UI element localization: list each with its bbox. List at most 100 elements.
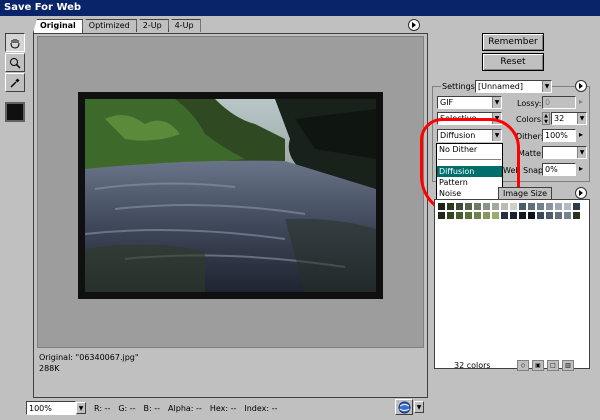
preview-filesize: 288K [39, 364, 60, 373]
color-swatch[interactable] [473, 202, 482, 211]
play-arrow-icon [412, 22, 416, 28]
color-count: 32 colors [454, 360, 491, 370]
chevron-down-icon: ▼ [542, 81, 551, 92]
play-arrow-icon [579, 190, 583, 196]
color-swatch[interactable] [563, 211, 572, 220]
play-arrow-icon: ▸ [579, 130, 584, 139]
eyedropper-icon [10, 77, 20, 88]
color-swatch[interactable] [464, 202, 473, 211]
color-swatch[interactable] [473, 211, 482, 220]
file-format-select[interactable]: GIF ▼ [437, 96, 502, 109]
tab-2up[interactable]: 2-Up [135, 19, 169, 32]
color-swatch[interactable] [545, 211, 554, 220]
color-swatch[interactable] [572, 211, 581, 220]
eyedropper-tool[interactable] [5, 73, 25, 92]
color-swatch[interactable] [482, 202, 491, 211]
lock-icon[interactable]: ▣ [532, 359, 544, 371]
settings-preset-select[interactable]: [Unnamed] ▼ [475, 80, 552, 93]
play-arrow-icon: ▸ [579, 97, 584, 106]
tab-4up[interactable]: 4-Up [167, 19, 201, 32]
colors-value: 32 [554, 114, 565, 123]
river-photo-icon [85, 99, 376, 292]
play-arrow-icon: ▸ [579, 164, 584, 173]
color-swatch[interactable] [482, 211, 491, 220]
matte-select[interactable]: ▼ [542, 146, 587, 159]
color-swatch[interactable] [437, 202, 446, 211]
color-table[interactable] [434, 199, 590, 369]
tab-original[interactable]: Original [33, 19, 83, 33]
color-swatch[interactable] [527, 202, 536, 211]
color-swatch[interactable] [527, 211, 536, 220]
status-b: B: -- [143, 403, 161, 413]
remember-button[interactable]: Remember [482, 33, 544, 51]
preview-info: Original: "06340067.jpg" 288K [39, 352, 139, 374]
lossy-label: Lossy: [517, 99, 542, 108]
color-swatch[interactable] [554, 211, 563, 220]
zoom-tool[interactable] [5, 53, 25, 72]
color-swatch[interactable] [536, 202, 545, 211]
websnap-field[interactable]: 0% [542, 163, 576, 176]
color-table-menu-button[interactable] [575, 187, 587, 199]
status-hex: Hex: -- [209, 403, 237, 413]
color-swatch[interactable] [491, 211, 500, 220]
chevron-down-icon: ▼ [577, 147, 586, 158]
colors-field[interactable]: 32 ▼ [551, 112, 587, 125]
lossy-field[interactable]: 0 [542, 96, 576, 109]
colors-stepper[interactable]: ▲ ▼ [542, 112, 550, 125]
settings-preset-value: [Unnamed] [478, 82, 523, 91]
status-bar: 100% ▼ R: -- G: -- B: -- Alpha: -- Hex: … [26, 400, 596, 416]
color-swatch[interactable] [545, 202, 554, 211]
chevron-down-icon[interactable]: ▼ [76, 402, 86, 414]
dither-amount-field[interactable]: 100% [542, 129, 576, 142]
color-swatch[interactable] [500, 202, 509, 211]
zoom-select[interactable]: 100% [26, 401, 76, 415]
color-swatch[interactable] [509, 202, 518, 211]
optimize-menu-button[interactable] [575, 80, 587, 92]
color-swatch[interactable] [446, 211, 455, 220]
color-swatch[interactable] [446, 202, 455, 211]
color-swatch[interactable] [554, 202, 563, 211]
settings-label: Settings: [441, 82, 479, 91]
tab-optimized[interactable]: Optimized [81, 19, 137, 32]
color-swatch[interactable] [437, 211, 446, 220]
color-swatch[interactable] [536, 211, 545, 220]
color-swatch[interactable] [518, 211, 527, 220]
file-format-value: GIF [440, 98, 454, 107]
web-shift-icon[interactable]: ◇ [517, 359, 529, 371]
color-swatch[interactable] [572, 202, 581, 211]
preview-menu-button[interactable] [408, 19, 420, 31]
status-g: G: -- [118, 403, 136, 413]
browser-globe-icon [398, 401, 410, 413]
chevron-down-icon: ▼ [492, 97, 501, 108]
hand-icon [10, 38, 20, 49]
dither-label: Dither: [516, 132, 544, 141]
browser-preview-button[interactable] [395, 399, 413, 415]
reset-button[interactable]: Reset [482, 53, 544, 71]
window-title: Save For Web [0, 0, 600, 16]
tab-image-size[interactable]: Image Size [498, 187, 553, 199]
trash-icon[interactable]: ▥ [562, 359, 574, 371]
magnifier-icon [10, 57, 21, 69]
color-swatch[interactable] [500, 211, 509, 220]
matte-label: Matte: [518, 149, 544, 158]
color-swatch[interactable] [563, 202, 572, 211]
new-color-icon[interactable]: □ [547, 359, 559, 371]
color-swatch[interactable] [509, 211, 518, 220]
preview-panel: Original: "06340067.jpg" 288K [33, 33, 428, 398]
preview-filename: Original: "06340067.jpg" [39, 353, 139, 362]
color-swatch[interactable] [464, 211, 473, 220]
colors-label: Colors: [516, 115, 544, 124]
status-index: Index: -- [244, 403, 278, 413]
color-swatch[interactable] [455, 202, 464, 211]
browser-select-chevron-down-icon[interactable]: ▼ [414, 401, 424, 413]
color-swatch[interactable] [518, 202, 527, 211]
color-swatch[interactable] [455, 211, 464, 220]
hand-tool[interactable] [5, 33, 25, 52]
color-swatch[interactable] [491, 202, 500, 211]
toolbox [5, 33, 27, 122]
play-arrow-icon [579, 83, 583, 89]
preview-canvas[interactable] [37, 36, 424, 348]
status-alpha: Alpha: -- [168, 403, 202, 413]
eyedropper-color-swatch[interactable] [5, 102, 25, 122]
chevron-down-icon: ▼ [577, 113, 586, 124]
